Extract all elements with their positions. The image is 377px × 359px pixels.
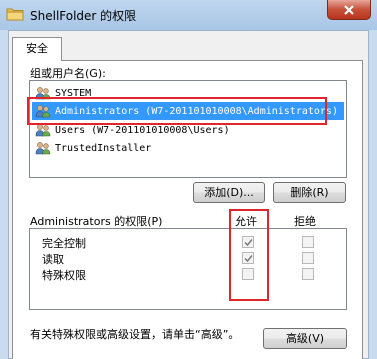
permission-label: 特殊权限 <box>42 269 86 282</box>
close-icon <box>344 4 354 15</box>
close-button[interactable] <box>327 0 371 20</box>
permission-row-special: 特殊权限 <box>30 266 346 282</box>
allow-checkbox[interactable] <box>242 252 254 264</box>
permission-row-full-control: 完全控制 <box>30 234 346 250</box>
window-title: ShellFolder 的权限 <box>30 9 137 23</box>
permissions-table: 完全控制 读取 特殊权限 <box>29 228 347 310</box>
deny-column-header: 拒绝 <box>294 215 316 228</box>
list-item-administrators[interactable]: Administrators (W7-201101010008\Administ… <box>32 102 344 120</box>
title-bar: ShellFolder 的权限 <box>0 0 377 30</box>
folder-icon <box>6 8 24 21</box>
deny-checkbox[interactable] <box>302 268 314 280</box>
checkmark-icon <box>243 254 253 262</box>
list-item-users[interactable]: Users (W7-201101010008\Users) <box>32 121 344 139</box>
list-item-label: TrustedInstaller <box>55 142 152 154</box>
user-group-icon <box>35 142 51 155</box>
advanced-button[interactable]: 高级(V) <box>263 328 347 349</box>
permission-label: 完全控制 <box>42 237 86 250</box>
allow-checkbox[interactable] <box>242 268 254 280</box>
remove-button[interactable]: 删除(R) <box>273 182 346 203</box>
advanced-hint-text: 有关特殊权限或高级设置，请单击“高级”。 <box>30 328 240 341</box>
deny-checkbox[interactable] <box>302 252 314 264</box>
user-group-icon <box>35 124 51 137</box>
groups-label: 组或用户名(G): <box>30 67 106 80</box>
allow-column-header: 允许 <box>235 215 257 228</box>
deny-checkbox[interactable] <box>302 236 314 248</box>
user-group-icon <box>35 105 51 118</box>
permission-row-read: 读取 <box>30 250 346 266</box>
list-item-system[interactable]: SYSTEM <box>32 84 344 102</box>
add-button[interactable]: 添加(D)... <box>193 182 265 203</box>
user-list[interactable]: SYSTEM Administrators (W7-201101010008\A… <box>29 80 347 178</box>
allow-checkbox[interactable] <box>242 236 254 248</box>
list-item-trustedinstaller[interactable]: TrustedInstaller <box>32 139 344 157</box>
list-item-label: SYSTEM <box>55 87 92 99</box>
permission-label: 读取 <box>42 253 64 266</box>
tab-security[interactable]: 安全 <box>12 37 62 61</box>
list-item-label: Administrators (W7-201101010008\Administ… <box>55 105 338 117</box>
list-item-label: Users (W7-201101010008\Users) <box>55 124 230 136</box>
permissions-label: Administrators 的权限(P) <box>30 215 163 228</box>
user-group-icon <box>35 87 51 100</box>
checkmark-icon <box>243 238 253 246</box>
